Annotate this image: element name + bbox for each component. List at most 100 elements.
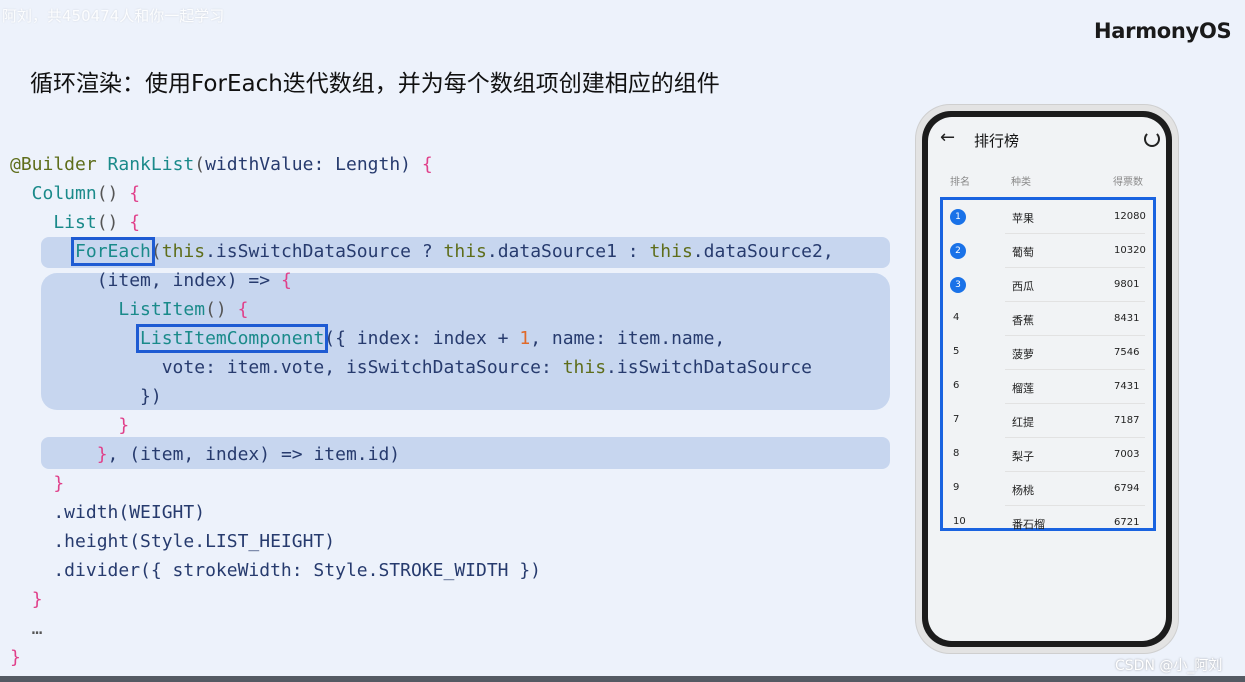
vote-count: 6721 <box>1114 517 1140 528</box>
code-line: }) <box>10 382 162 411</box>
fruit-name: 香蕉 <box>1012 314 1034 327</box>
code-token: ListItem <box>10 299 206 320</box>
list-item[interactable]: 1 苹果 12080 <box>943 200 1153 234</box>
code-token: () <box>96 212 130 233</box>
list-item[interactable]: 8 梨子 7003 <box>943 438 1153 472</box>
list-item[interactable]: 4 香蕉 8431 <box>943 302 1153 336</box>
list-item[interactable]: 10 番石榴 6721 <box>943 506 1153 540</box>
code-token: } <box>96 444 108 465</box>
code-token: } <box>118 415 130 436</box>
code-token: ({ index: index + <box>324 328 520 349</box>
list-item[interactable]: 6 榴莲 7431 <box>943 370 1153 404</box>
vote-count: 10320 <box>1114 245 1146 256</box>
phone-mockup: ← 排行榜 排名 种类 得票数 1 苹果 12080 2 葡萄 10320 3 西瓜 9801 4… <box>916 105 1178 653</box>
fruit-name: 杨桃 <box>1012 484 1034 497</box>
fruit-name: 菠萝 <box>1012 348 1034 361</box>
list-item[interactable]: 9 杨桃 6794 <box>943 472 1153 506</box>
code-token: this <box>161 241 206 262</box>
rank-list[interactable]: 1 苹果 12080 2 葡萄 10320 3 西瓜 9801 4 香蕉 8431 5 菠萝 7546 6 榴莲… <box>940 197 1156 531</box>
code-token: , (item, index) => item.id) <box>107 444 401 465</box>
code-line: }, (item, index) => item.id) <box>10 440 400 469</box>
code-line: } <box>10 411 129 440</box>
phone-frame: ← 排行榜 排名 种类 得票数 1 苹果 12080 2 葡萄 10320 3 西瓜 9801 4… <box>922 111 1172 647</box>
code-token: { <box>129 212 141 233</box>
code-token: { <box>421 154 433 175</box>
code-token: @Builder <box>10 154 108 175</box>
refresh-icon[interactable] <box>1144 131 1160 147</box>
code-token: () <box>96 183 130 204</box>
code-token: .height(Style.LIST_HEIGHT) <box>10 531 336 552</box>
code-token: RankList <box>107 154 195 175</box>
code-token: } <box>31 589 43 610</box>
fruit-name: 梨子 <box>1012 450 1034 463</box>
code-token: vote: item.vote, isSwitchDataSource: <box>10 357 563 378</box>
rank-number: 6 <box>953 380 960 391</box>
code-token: { <box>280 270 292 291</box>
code-line: ForEach(this.isSwitchDataSource ? this.d… <box>10 237 834 266</box>
rank-number: 10 <box>953 516 966 527</box>
rank-number: 5 <box>953 346 960 357</box>
code-token: } <box>10 647 21 668</box>
code-token: , name: item.name, <box>530 328 726 349</box>
code-token: : Length) <box>313 154 422 175</box>
rank-number: 1 <box>950 209 966 225</box>
code-token-boxed: ForEach <box>71 237 155 266</box>
code-token: .isSwitchDataSource <box>606 357 812 378</box>
code-token: } <box>53 473 65 494</box>
header-type: 种类 <box>1011 177 1031 188</box>
list-item[interactable]: 3 西瓜 9801 <box>943 268 1153 302</box>
csdn-credit: CSDN @小_阿刘 <box>1115 658 1223 674</box>
code-line: .divider({ strokeWidth: Style.STROKE_WID… <box>10 556 541 585</box>
code-line: ListItemComponent({ index: index + 1, na… <box>10 324 725 353</box>
code-line: @Builder RankList(widthValue: Length) { <box>10 150 433 179</box>
harmonyos-logo: HarmonyOS <box>1094 19 1232 43</box>
list-item[interactable]: 2 葡萄 10320 <box>943 234 1153 268</box>
code-token: .isSwitchDataSource ? <box>205 241 444 262</box>
code-token: … <box>10 618 43 639</box>
code-token: .dataSource1 : <box>486 241 650 262</box>
code-token: }) <box>10 386 162 407</box>
vote-count: 7187 <box>1114 415 1140 426</box>
vote-count: 7431 <box>1114 381 1140 392</box>
rank-number: 7 <box>953 414 960 425</box>
slide-title: 循环渲染：使用ForEach迭代数组，并为每个数组项创建相应的组件 <box>30 71 720 97</box>
code-line: … <box>10 614 43 643</box>
fruit-name: 榴莲 <box>1012 382 1034 395</box>
code-line: Column() { <box>10 179 140 208</box>
back-arrow-icon[interactable]: ← <box>940 127 955 148</box>
code-token-boxed: ListItemComponent <box>136 324 329 353</box>
code-line: (item, index) => { <box>10 266 292 295</box>
code-token: .width(WEIGHT) <box>10 502 206 523</box>
rank-number: 4 <box>953 312 960 323</box>
list-item[interactable]: 7 红提 7187 <box>943 404 1153 438</box>
code-token: .divider({ strokeWidth: Style.STROKE_WID… <box>10 560 542 581</box>
vote-count: 12080 <box>1114 211 1146 222</box>
list-item[interactable]: 5 菠萝 7546 <box>943 336 1153 370</box>
code-token: () <box>205 299 238 320</box>
code-token: { <box>237 299 249 320</box>
code-line: List() { <box>10 208 140 237</box>
rank-number: 8 <box>953 448 960 459</box>
code-token: { <box>129 183 141 204</box>
code-line: } <box>10 585 43 614</box>
code-line: .width(WEIGHT) <box>10 498 205 527</box>
fruit-name: 西瓜 <box>1012 280 1034 293</box>
fruit-name: 红提 <box>1012 416 1034 429</box>
header-rank: 排名 <box>950 177 970 188</box>
phone-screen: ← 排行榜 排名 种类 得票数 1 苹果 12080 2 葡萄 10320 3 西瓜 9801 4… <box>928 117 1166 641</box>
code-line: } <box>10 469 64 498</box>
code-token: .dataSource2, <box>692 241 834 262</box>
vote-count: 8431 <box>1114 313 1140 324</box>
code-token: ( <box>194 154 206 175</box>
code-line: } <box>10 643 21 672</box>
ranking-title: 排行榜 <box>974 132 1020 150</box>
watermark-text: 阿刘，共450474人和你一起学习 <box>2 7 225 25</box>
code-token: (item, index) => <box>10 270 281 291</box>
rank-number: 2 <box>950 243 966 259</box>
rank-number: 3 <box>950 277 966 293</box>
